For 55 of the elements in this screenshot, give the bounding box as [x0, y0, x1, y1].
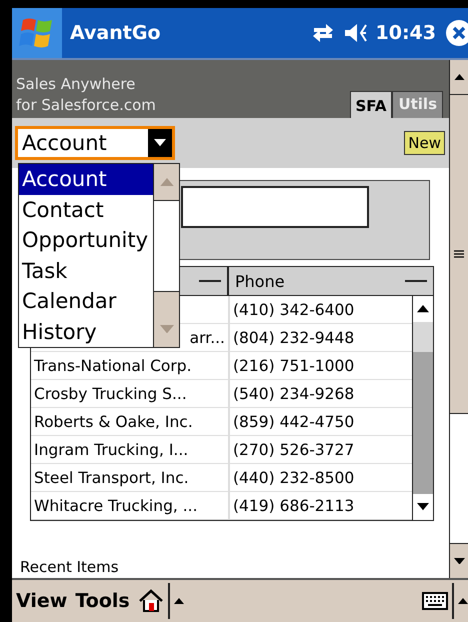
dropdown-option[interactable]: Contact — [19, 194, 153, 225]
table-row[interactable]: Steel Transport, Inc. (440) 232-8500 — [31, 464, 412, 492]
table-row[interactable]: Trans-National Corp. (216) 751-1000 — [31, 352, 412, 380]
scroll-down-icon — [160, 324, 174, 334]
dropdown-arrow-icon — [154, 139, 166, 147]
list-scrollbar[interactable] — [153, 164, 179, 347]
table-cell: (440) 232-8500 — [233, 468, 354, 486]
table-cell: (540) 234-9268 — [233, 384, 354, 402]
table-cell: (859) 442-4750 — [233, 412, 354, 430]
close-icon[interactable] — [446, 20, 468, 46]
table-row[interactable]: Whitacre Trucking, ... (419) 686-2113 — [31, 492, 412, 520]
table-cell: (419) 686-2113 — [233, 496, 354, 514]
table-cell: Ingram Trucking, I... — [34, 440, 188, 458]
dropdown-option[interactable]: Task — [19, 256, 153, 286]
clock-time[interactable]: 10:43 — [376, 22, 436, 44]
scroll-up-icon — [160, 178, 174, 186]
app-subtitle: Sales Anywhere — [16, 74, 136, 95]
table-cell: Trans-National Corp. — [34, 356, 192, 374]
table-row[interactable]: Ingram Trucking, I... (270) 526-3727 — [31, 436, 412, 464]
table-cell: (804) 232-9448 — [233, 328, 354, 346]
table-scrollbar[interactable] — [412, 296, 433, 520]
table-cell: Steel Transport, Inc. — [34, 468, 189, 486]
new-button[interactable]: New — [404, 131, 445, 155]
scroll-thumb[interactable] — [413, 322, 433, 352]
scroll-down-icon — [417, 503, 429, 511]
table-row[interactable]: Roberts & Oake, Inc. (859) 442-4750 — [31, 408, 412, 436]
scroll-up-icon — [417, 305, 429, 313]
scroll-down-icon — [454, 558, 464, 564]
app-subtitle: for Salesforce.com — [16, 95, 156, 116]
menu-up-icon — [174, 598, 184, 604]
tab[interactable]: SFA — [350, 91, 392, 118]
table-cell: arr... — [190, 328, 225, 346]
page-scrollbar[interactable] — [449, 60, 468, 578]
type-dropdown[interactable]: Account — [15, 126, 175, 160]
table-cell: (410) 342-6400 — [233, 300, 354, 318]
menu-item[interactable]: Tools — [71, 590, 134, 612]
grip-icon — [454, 250, 464, 258]
table-cell: Roberts & Oake, Inc. — [34, 412, 193, 430]
table-cell: (270) 526-3727 — [233, 440, 354, 458]
recent-items-label: Recent Items — [20, 558, 120, 578]
menu-up-icon — [458, 598, 468, 604]
table-row[interactable]: Crosby Trucking S... (540) 234-9268 — [31, 380, 412, 408]
home-icon[interactable] — [138, 589, 164, 613]
table-cell: Whitacre Trucking, ... — [34, 496, 198, 514]
scroll-up-icon — [454, 74, 464, 80]
table-cell: (216) 751-1000 — [233, 356, 354, 374]
app-title: AvantGo — [70, 22, 162, 44]
table-cell: Crosby Trucking S... — [34, 384, 187, 402]
speaker-icon[interactable] — [344, 22, 368, 44]
menu-item[interactable]: View — [12, 590, 72, 612]
keyboard-icon[interactable] — [422, 592, 448, 610]
dropdown-option[interactable]: Opportunity — [19, 225, 153, 256]
scroll-thumb[interactable] — [154, 200, 179, 292]
search-field[interactable] — [181, 186, 369, 228]
dropdown-option[interactable]: Account — [19, 164, 153, 194]
